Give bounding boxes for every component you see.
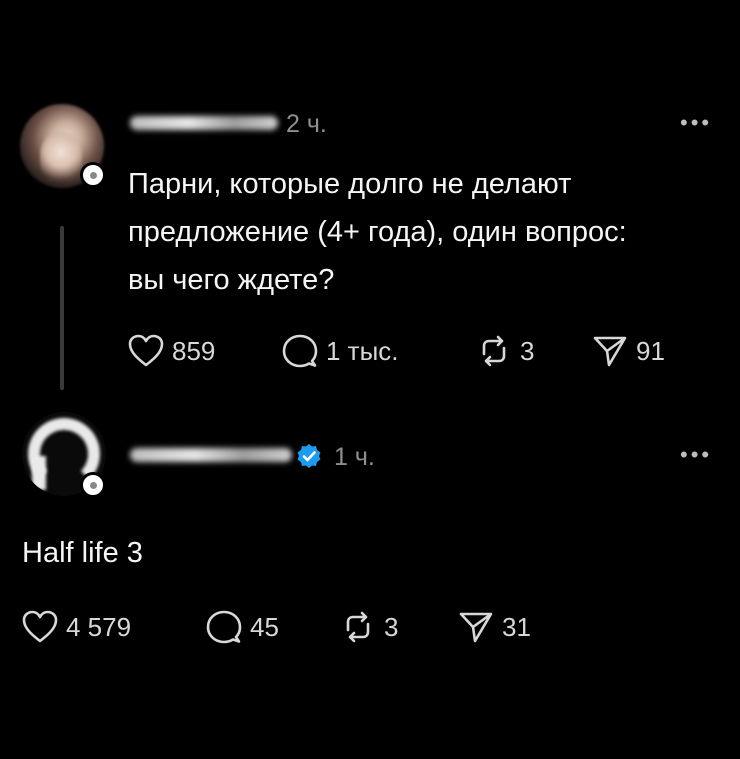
post-time: 2 ч.: [286, 110, 327, 138]
share-button[interactable]: 31: [458, 610, 531, 644]
comment-count: 45: [250, 611, 279, 642]
comment-bubble-icon: [206, 610, 242, 644]
heart-icon: [22, 610, 58, 643]
thread-post-1: 2 ч. ••• Парни, которые долго не делают …: [0, 0, 740, 400]
repost-count: 3: [384, 611, 399, 642]
repost-icon: [482, 335, 506, 367]
comment-button[interactable]: 45: [206, 610, 279, 644]
more-dots-icon[interactable]: •••: [680, 444, 712, 466]
thread-connector-line: [60, 226, 64, 390]
share-button[interactable]: 91: [592, 334, 665, 368]
post-text: Парни, которые долго не делают предложен…: [128, 168, 627, 296]
repost-count: 3: [520, 335, 535, 366]
username-blurred[interactable]: [130, 448, 292, 462]
follow-plus-icon[interactable]: [80, 472, 106, 498]
more-dots-icon[interactable]: •••: [680, 112, 712, 134]
heart-icon: [128, 334, 164, 367]
like-count: 4 579: [66, 611, 132, 642]
repost-button[interactable]: 3: [340, 610, 398, 644]
repost-button[interactable]: 3: [476, 334, 534, 368]
post-time: 1 ч.: [334, 443, 375, 471]
avatar-shape: [32, 456, 46, 490]
send-icon: [593, 336, 627, 367]
share-count: 91: [636, 335, 665, 366]
comment-button[interactable]: 1 тыс.: [282, 334, 399, 368]
send-icon: [459, 612, 493, 643]
username-blurred[interactable]: [130, 116, 278, 130]
comment-count: 1 тыс.: [326, 335, 399, 366]
share-count: 31: [502, 611, 531, 642]
follow-plus-icon[interactable]: [80, 162, 106, 188]
comment-bubble-icon: [282, 334, 318, 368]
verified-badge-icon: [297, 444, 321, 468]
post-text: Half life 3: [22, 537, 143, 569]
like-count: 859: [172, 335, 216, 366]
like-button[interactable]: 4 579: [22, 610, 131, 644]
repost-icon: [346, 611, 370, 643]
like-button[interactable]: 859: [128, 334, 215, 368]
